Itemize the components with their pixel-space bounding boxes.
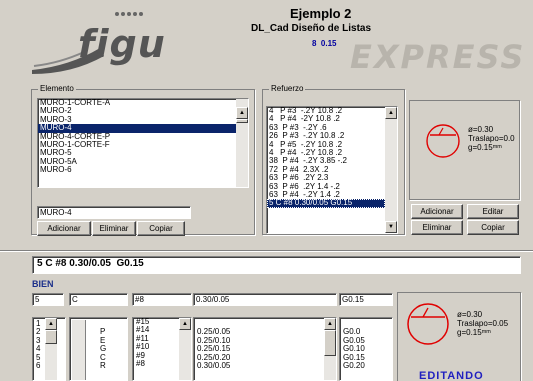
spacing-field[interactable]: 0.30/0.05	[193, 293, 337, 306]
logo-dots	[114, 10, 144, 18]
stirrup-drawing-icon	[407, 303, 449, 345]
elemento-name-input[interactable]: MURO-4	[37, 206, 191, 219]
stirrup-drawing-icon	[426, 124, 460, 158]
elemento-row[interactable]: MURO-6	[38, 165, 248, 174]
type-scroll-track[interactable]	[72, 320, 86, 380]
separator-line	[0, 250, 533, 252]
type-item[interactable]: R	[100, 361, 106, 370]
type-list[interactable]: P E G C R	[69, 317, 128, 381]
preview-bottom-gancho: g=0.15ᵐᵐ	[457, 328, 491, 337]
preview-top-gancho: g=0.15ᵐᵐ	[468, 143, 502, 152]
bar-item[interactable]: #8	[136, 359, 149, 368]
refuerzo-add-button[interactable]: Adicionar	[411, 204, 463, 219]
bar-list[interactable]: #15 #14 #11 #10 #9 #8 ▲	[132, 317, 192, 381]
type-field[interactable]: C	[69, 293, 128, 306]
elemento-copy-button[interactable]: Copiar	[137, 221, 185, 236]
elemento-delete-button[interactable]: Eliminar	[92, 221, 136, 236]
editing-label: EDITANDO	[419, 370, 484, 381]
scroll-up-icon[interactable]: ▲	[45, 318, 57, 330]
elemento-scrollbar[interactable]: ▲	[236, 99, 248, 187]
hook-field[interactable]: G0.15	[339, 293, 393, 306]
elemento-add-button[interactable]: Adicionar	[37, 221, 91, 236]
hook-item[interactable]: G0.20	[343, 361, 365, 370]
preview-bottom-traslapo: Traslapo=0.05	[457, 319, 509, 328]
window-subtitle: DL_Cad Diseño de Listas	[251, 23, 372, 34]
refuerzo-edit-button[interactable]: Editar	[467, 204, 519, 219]
number-item[interactable]: 6	[36, 361, 40, 370]
bar-field[interactable]: #8	[132, 293, 192, 306]
logo-text: figu	[78, 22, 166, 66]
scroll-up-icon[interactable]: ▲	[385, 107, 397, 119]
preview-top-diameter: ø=0.30	[468, 125, 494, 134]
status-label: BIEN	[32, 279, 54, 289]
preview-top-traslapo: Traslapo=0.0	[468, 134, 515, 143]
scroll-down-icon[interactable]: ▼	[385, 221, 397, 233]
spacing-list[interactable]: 0.25/0.05 0.25/0.10 0.25/0.15 0.25/0.20 …	[193, 317, 337, 381]
version-label: 8 0.15	[312, 39, 337, 48]
elemento-list[interactable]: MURO-1-CORTE-A MURO-2 MURO-3 MURO-4 MURO…	[37, 98, 249, 188]
spacing-item[interactable]: 0.30/0.05	[197, 361, 230, 370]
command-line-text: 5 C #8 0.30/0.05 G0.15	[37, 258, 144, 269]
watermark-text: EXPRESS	[350, 38, 526, 76]
refuerzo-copy-button[interactable]: Copiar	[467, 220, 519, 235]
scroll-thumb[interactable]	[324, 330, 336, 356]
elemento-label: Elemento	[38, 84, 76, 94]
command-line-input[interactable]: 5 C #8 0.30/0.05 G0.15	[32, 256, 521, 274]
preview-bottom-canvas: ø=0.30 Traslapo=0.05 g=0.15ᵐᵐ EDITANDO	[401, 296, 519, 381]
hook-list[interactable]: G0.0 G0.05 G0.10 G0.15 G0.20	[339, 317, 393, 381]
scroll-thumb[interactable]	[236, 119, 248, 123]
preview-top-canvas: ø=0.30 Traslapo=0.0 g=0.15ᵐᵐ	[413, 105, 517, 197]
scroll-up-icon[interactable]: ▲	[236, 107, 248, 119]
scroll-up-icon[interactable]: ▲	[179, 318, 191, 330]
bar-scrollbar[interactable]: ▲	[179, 318, 191, 380]
spacing-scrollbar[interactable]: ▲	[324, 318, 336, 380]
refuerzo-delete-button[interactable]: Eliminar	[411, 220, 463, 235]
quantity-field[interactable]: 5	[32, 293, 64, 306]
number-list[interactable]: 1 2 3 4 5 6 ▲	[32, 317, 66, 381]
scroll-thumb[interactable]	[45, 330, 57, 344]
scroll-up-icon[interactable]: ▲	[324, 318, 336, 330]
window-title: Ejemplo 2	[290, 6, 352, 21]
refuerzo-row-selected[interactable]: 5 C #8 0.30/0.05 G0.15	[267, 198, 385, 208]
preview-bottom-diameter: ø=0.30	[457, 310, 483, 319]
header-logo-area: figu Ejemplo 2 DL_Cad Diseño de Listas 8…	[0, 0, 533, 84]
number-scrollbar[interactable]: ▲	[45, 318, 57, 380]
refuerzo-scrollbar[interactable]: ▲ ▼	[385, 107, 397, 233]
refuerzo-list[interactable]: 4 P #3 -.2Y 10.8 .2 4 P #4 -2Y 10.8 .2 6…	[266, 106, 398, 234]
refuerzo-label: Refuerzo	[269, 84, 306, 94]
